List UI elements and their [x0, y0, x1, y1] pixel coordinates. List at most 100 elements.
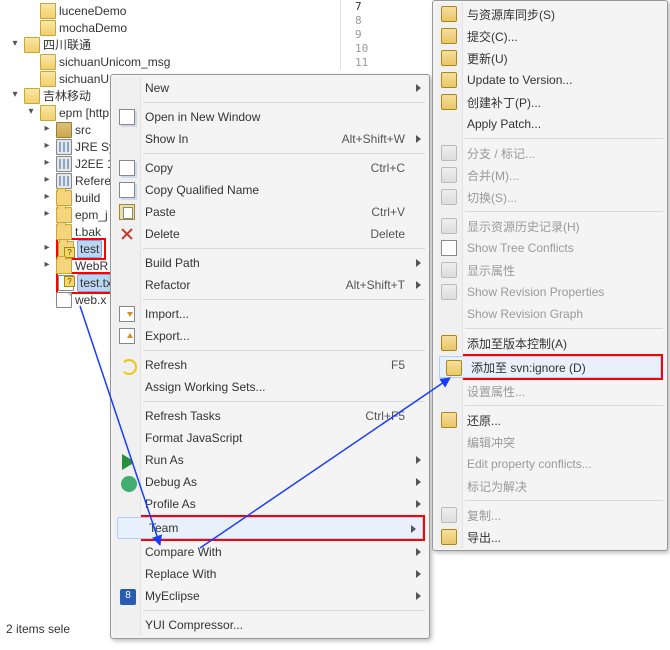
menu-item[interactable]: Open in New Window	[113, 106, 427, 128]
context-submenu-team[interactable]: 与资源库同步(S)提交(C)...更新(U)Update to Version.…	[432, 0, 668, 551]
expand-icon[interactable]	[38, 224, 56, 240]
m-copy-icon	[119, 182, 135, 198]
menu-item[interactable]: RefreshF5	[113, 354, 427, 376]
submenu-arrow-icon	[416, 456, 421, 464]
menu-item-accelerator: Ctrl+F5	[365, 409, 405, 423]
menu-item-label: 添加至 svn:ignore (D)	[471, 359, 638, 376]
expand-icon[interactable]: ▸	[38, 173, 56, 189]
menu-item[interactable]: Debug As	[113, 471, 427, 493]
m-svn-icon	[441, 335, 457, 351]
menu-item[interactable]: Show InAlt+Shift+W	[113, 128, 427, 150]
menu-item: 编辑冲突	[435, 431, 665, 453]
menu-item-label: Open in New Window	[145, 110, 405, 124]
menu-item-label: 创建补丁(P)...	[467, 94, 643, 111]
menu-item[interactable]: 8MyEclipse	[113, 585, 427, 607]
menu-separator	[465, 138, 663, 139]
expand-icon[interactable]: ▸	[38, 139, 56, 155]
m-tree-icon	[441, 240, 457, 256]
node-label: web.x	[75, 292, 106, 308]
expand-icon[interactable]: ▸	[38, 241, 56, 257]
node-label: J2EE 1	[75, 156, 114, 172]
menu-item-label: Refresh	[145, 358, 367, 372]
node-icon	[56, 139, 72, 155]
menu-item[interactable]: Build Path	[113, 252, 427, 274]
menu-item[interactable]: DeleteDelete	[113, 223, 427, 245]
menu-item[interactable]: 添加至 svn:ignore (D)	[439, 356, 661, 378]
menu-item[interactable]: New	[113, 77, 427, 99]
expand-icon[interactable]: ▾	[22, 105, 40, 121]
expand-icon[interactable]: ▸	[38, 122, 56, 138]
menu-item[interactable]: Update to Version...	[435, 69, 665, 91]
context-menu-main[interactable]: New Open in New Window Show InAlt+Shift+W C…	[110, 74, 430, 639]
expand-icon[interactable]: ▸	[38, 190, 56, 206]
line-number: 7	[341, 0, 440, 14]
node-icon	[40, 20, 56, 36]
expand-icon[interactable]	[38, 275, 56, 291]
menu-item[interactable]: Profile As	[113, 493, 427, 515]
menu-item[interactable]: 与资源库同步(S)	[435, 3, 665, 25]
menu-item[interactable]: Compare With	[113, 541, 427, 563]
node-label: Refere	[75, 173, 111, 189]
menu-item-label: YUI Compressor...	[145, 618, 405, 632]
expand-icon[interactable]: ▸	[38, 207, 56, 223]
menu-item[interactable]: Assign Working Sets...	[113, 376, 427, 398]
menu-item[interactable]: 添加至版本控制(A)	[435, 332, 665, 354]
menu-item-label: 编辑冲突	[467, 434, 643, 451]
menu-item[interactable]: 更新(U)	[435, 47, 665, 69]
menu-separator	[143, 248, 425, 249]
menu-item: Edit property conflicts...	[435, 453, 665, 475]
menu-item[interactable]: 创建补丁(P)...	[435, 91, 665, 113]
expand-icon[interactable]	[22, 71, 40, 87]
expand-icon[interactable]	[22, 3, 40, 19]
expand-icon[interactable]: ▾	[6, 37, 24, 53]
node-label: 吉林移动	[43, 88, 91, 104]
m-svn-dis-icon	[441, 145, 457, 161]
menu-item[interactable]: Replace With	[113, 563, 427, 585]
menu-separator	[465, 500, 663, 501]
menu-item[interactable]: RefactorAlt+Shift+T	[113, 274, 427, 296]
menu-item-label: 标记为解决	[467, 478, 643, 495]
menu-item[interactable]: Copy Qualified Name	[113, 179, 427, 201]
menu-item: 显示资源历史记录(H)	[435, 215, 665, 237]
menu-item[interactable]: CopyCtrl+C	[113, 157, 427, 179]
expand-icon[interactable]: ▸	[38, 156, 56, 172]
menu-item[interactable]: Format JavaScript	[113, 427, 427, 449]
menu-item[interactable]: Team	[117, 517, 423, 539]
menu-item[interactable]: 还原...	[435, 409, 665, 431]
m-svn-icon	[441, 529, 457, 545]
menu-item[interactable]: Run As	[113, 449, 427, 471]
menu-item-label: Refactor	[145, 278, 322, 292]
menu-item[interactable]: PasteCtrl+V	[113, 201, 427, 223]
menu-item[interactable]: 导出...	[435, 526, 665, 548]
tree-node[interactable]: ▾四川联通	[2, 36, 342, 53]
tree-node[interactable]: luceneDemo	[2, 2, 342, 19]
m-export-icon	[119, 328, 135, 344]
submenu-arrow-icon	[416, 478, 421, 486]
tree-node[interactable]: sichuanUnicom_msg	[2, 53, 342, 70]
menu-item[interactable]: Export...	[113, 325, 427, 347]
tree-node[interactable]: mochaDemo	[2, 19, 342, 36]
submenu-arrow-icon	[416, 548, 421, 556]
expand-icon[interactable]: ▾	[6, 88, 24, 104]
menu-item-accelerator: Ctrl+V	[371, 205, 405, 219]
menu-separator	[465, 405, 663, 406]
menu-item: 切换(S)...	[435, 186, 665, 208]
menu-item-label: New	[145, 81, 405, 95]
menu-item-label: Format JavaScript	[145, 431, 405, 445]
menu-item-label: Assign Working Sets...	[145, 380, 405, 394]
expand-icon[interactable]: ▸	[38, 258, 56, 274]
menu-item-accelerator: Ctrl+C	[371, 161, 405, 175]
menu-item[interactable]: Apply Patch...	[435, 113, 665, 135]
expand-icon[interactable]	[22, 54, 40, 70]
m-svn-dis-icon	[441, 507, 457, 523]
menu-item[interactable]: YUI Compressor...	[113, 614, 427, 636]
menu-item[interactable]: Refresh TasksCtrl+F5	[113, 405, 427, 427]
menu-item[interactable]: Import...	[113, 303, 427, 325]
menu-item[interactable]: 提交(C)...	[435, 25, 665, 47]
node-icon	[56, 224, 72, 240]
menu-item-label: Profile As	[145, 497, 405, 511]
expand-icon[interactable]	[22, 20, 40, 36]
expand-icon[interactable]	[38, 292, 56, 308]
menu-item-label: Run As	[145, 453, 405, 467]
menu-item: 设置属性...	[435, 380, 665, 402]
